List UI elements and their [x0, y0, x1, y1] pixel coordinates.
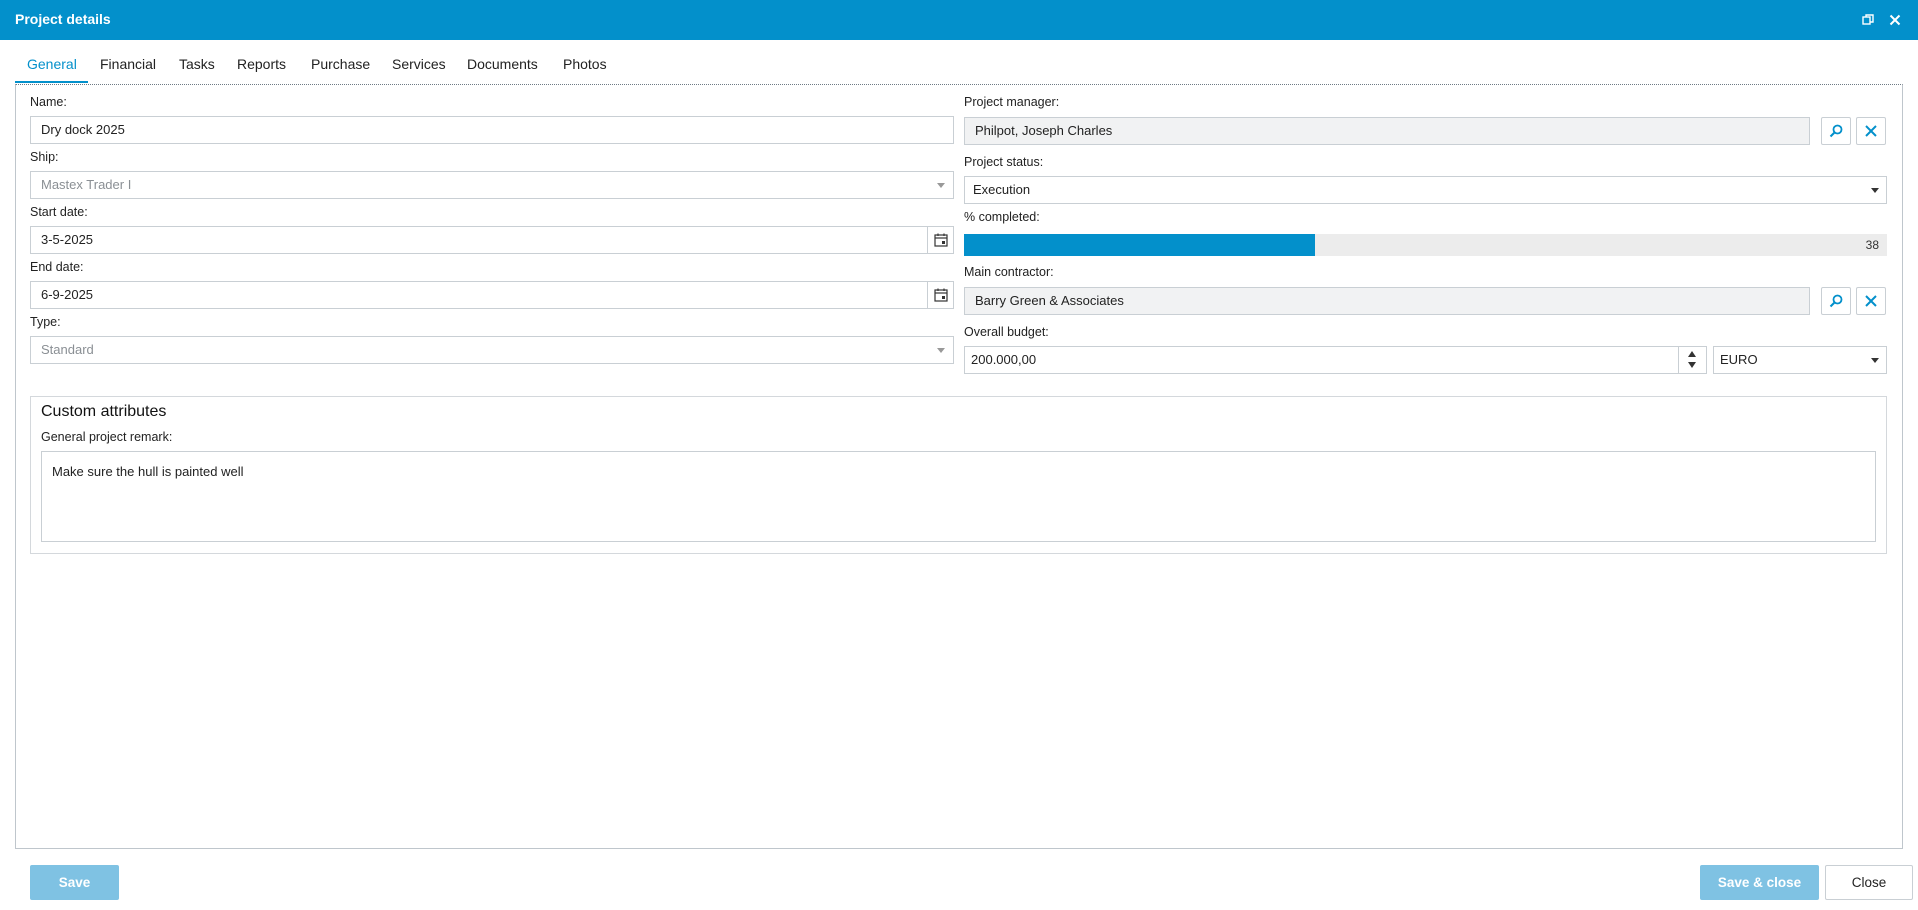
calendar-icon[interactable]	[927, 227, 953, 253]
type-value: Standard	[41, 342, 94, 357]
clear-manager-button[interactable]	[1856, 117, 1886, 145]
project-manager-label: Project manager:	[964, 95, 1060, 109]
calendar-icon[interactable]	[927, 282, 953, 308]
percent-completed-bar[interactable]: 38	[964, 234, 1887, 256]
clear-contractor-button[interactable]	[1856, 287, 1886, 315]
end-date-value: 6-9-2025	[41, 287, 94, 302]
start-date-field[interactable]: 3-5-2025	[30, 226, 954, 254]
chevron-down-icon	[937, 348, 945, 353]
search-contractor-button[interactable]	[1821, 287, 1851, 315]
tab-tasks[interactable]: Tasks	[179, 46, 215, 83]
end-date-field[interactable]: 6-9-2025	[30, 281, 954, 309]
close-button[interactable]: Close	[1825, 865, 1913, 900]
percent-completed-label: % completed:	[964, 210, 1040, 224]
start-date-value: 3-5-2025	[41, 232, 94, 247]
percent-completed-value: 38	[1865, 238, 1879, 252]
project-status-label: Project status:	[964, 155, 1044, 169]
main-contractor-label: Main contractor:	[964, 265, 1054, 279]
end-date-label: End date:	[30, 260, 84, 274]
project-manager-field[interactable]: Philpot, Joseph Charles	[964, 117, 1810, 145]
chevron-down-icon	[937, 183, 945, 188]
project-status-select[interactable]: Execution	[964, 176, 1887, 204]
window-title: Project details	[15, 11, 111, 27]
chevron-down-icon	[1871, 358, 1879, 363]
close-icon	[1865, 295, 1877, 307]
budget-spinner[interactable]	[1678, 346, 1706, 374]
close-window-icon[interactable]	[1885, 10, 1905, 30]
restore-window-icon[interactable]	[1858, 10, 1878, 30]
spin-down-icon[interactable]	[1688, 362, 1696, 368]
active-tab-indicator	[15, 81, 88, 83]
project-status-value: Execution	[973, 182, 1031, 197]
spin-up-icon[interactable]	[1688, 351, 1696, 357]
tab-photos[interactable]: Photos	[563, 46, 607, 83]
start-date-label: Start date:	[30, 205, 88, 219]
progress-fill	[964, 234, 1315, 256]
tab-financial[interactable]: Financial	[100, 46, 156, 83]
ship-value: Mastex Trader I	[41, 177, 132, 192]
main-contractor-field[interactable]: Barry Green & Associates	[964, 287, 1810, 315]
chevron-down-icon	[1871, 188, 1879, 193]
name-label: Name:	[30, 95, 67, 109]
type-select[interactable]: Standard	[30, 336, 954, 364]
currency-select[interactable]: EURO	[1713, 346, 1887, 374]
name-field[interactable]: Dry dock 2025	[30, 116, 954, 144]
save-close-button[interactable]: Save & close	[1700, 865, 1819, 900]
tab-purchase[interactable]: Purchase	[311, 46, 370, 83]
search-icon	[1829, 124, 1843, 138]
ship-select[interactable]: Mastex Trader I	[30, 171, 954, 199]
ship-label: Ship:	[30, 150, 59, 164]
title-bar: Project details	[0, 0, 1918, 40]
overall-budget-field[interactable]: 200.000,00	[964, 346, 1707, 374]
overall-budget-label: Overall budget:	[964, 325, 1049, 339]
remark-label: General project remark:	[41, 430, 173, 444]
remark-textarea[interactable]: Make sure the hull is painted well	[41, 451, 1876, 542]
search-icon	[1829, 294, 1843, 308]
currency-value: EURO	[1720, 352, 1758, 367]
tab-services[interactable]: Services	[392, 46, 446, 83]
save-button[interactable]: Save	[30, 865, 119, 900]
search-manager-button[interactable]	[1821, 117, 1851, 145]
custom-attributes-title: Custom attributes	[41, 403, 167, 420]
type-label: Type:	[30, 315, 61, 329]
tab-documents[interactable]: Documents	[467, 46, 538, 83]
close-icon	[1865, 125, 1877, 137]
tab-reports[interactable]: Reports	[237, 46, 286, 83]
tab-general[interactable]: General	[27, 46, 77, 83]
